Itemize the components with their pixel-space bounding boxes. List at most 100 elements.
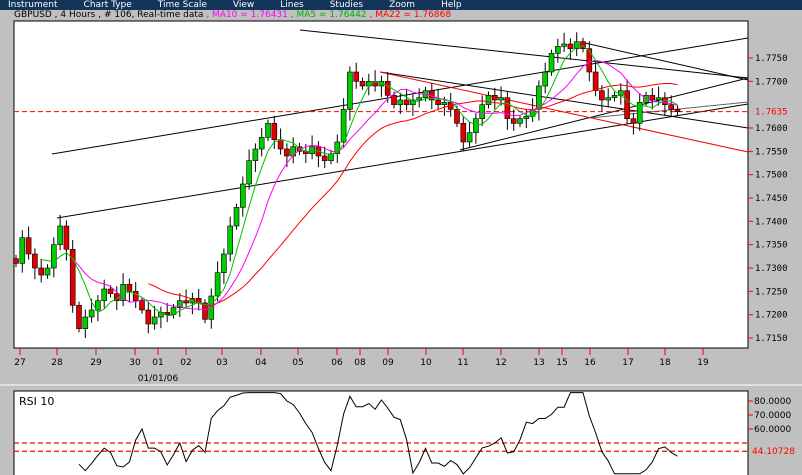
candle-body	[284, 148, 290, 157]
candle-body	[221, 253, 227, 273]
candle-body	[561, 43, 567, 47]
candle-body	[258, 137, 265, 150]
y-tick-label: 1.7150	[755, 334, 788, 344]
candle-body	[353, 71, 360, 82]
current-price-label: 1.7635	[755, 108, 788, 118]
candle-body	[504, 97, 511, 119]
candle-body	[630, 118, 637, 124]
candle-body	[347, 71, 353, 110]
candle-body	[485, 95, 492, 105]
candle-body	[466, 132, 473, 143]
candle-body	[63, 225, 70, 250]
candle-body	[139, 300, 145, 311]
x-tick-label: 06	[331, 358, 343, 368]
x-tick-label: 29	[90, 358, 102, 368]
candle-body	[573, 41, 580, 49]
candle-body	[359, 81, 366, 87]
candle-body	[321, 155, 328, 161]
x-tick-label: 10	[420, 358, 432, 368]
x-tick-label: 09	[382, 358, 394, 368]
candle-body	[548, 53, 555, 73]
rsi-tick-label: 70.0000	[754, 411, 791, 421]
candle-body	[214, 272, 221, 297]
x-tick-label: 18	[659, 358, 671, 368]
rsi-title: RSI 10	[19, 395, 54, 408]
candle-body	[384, 81, 391, 96]
x-tick-label: 15	[556, 358, 567, 368]
candle-body	[19, 237, 26, 264]
rsi-tick-label: 60.0000	[754, 425, 791, 435]
rsi-plot-area	[13, 390, 749, 475]
x-tick-label: 17	[622, 358, 633, 368]
candle-body	[454, 109, 460, 124]
x-tick-label: 04	[255, 358, 267, 368]
x-tick-label: 08	[354, 358, 366, 368]
candle-body	[227, 225, 233, 255]
candle-body	[391, 95, 397, 105]
candle-body	[611, 95, 618, 98]
candle-body	[523, 116, 530, 119]
x-tick-label: 01	[152, 358, 163, 368]
candle-body	[145, 309, 152, 325]
candle-body	[517, 118, 523, 124]
candle-body	[240, 183, 246, 208]
candle-body	[668, 104, 675, 110]
candle-body	[554, 46, 561, 54]
y-tick-label: 1.7700	[755, 77, 788, 87]
candle-body	[567, 43, 574, 49]
candle-body	[542, 71, 549, 87]
candle-body	[592, 71, 599, 91]
candle-body	[265, 123, 271, 138]
candle-body	[82, 316, 89, 329]
candle-body	[460, 123, 467, 143]
candle-body	[649, 95, 656, 101]
rsi-tick-label: 80.0000	[754, 397, 791, 407]
y-tick-label: 1.7350	[755, 241, 788, 251]
candle-body	[246, 160, 252, 185]
y-tick-label: 1.7200	[755, 311, 788, 321]
x-tick-label: 11	[457, 358, 468, 368]
candle-body	[290, 146, 297, 157]
x-tick-label: 30	[129, 358, 141, 368]
candle-body	[107, 288, 114, 294]
candle-body	[32, 253, 38, 269]
candle-body	[76, 305, 82, 329]
y-tick-label: 1.7450	[755, 194, 788, 204]
candle-body	[479, 104, 486, 119]
candle-body	[599, 90, 605, 101]
candle-body	[510, 118, 517, 124]
candle-body	[328, 153, 334, 161]
date-label: 01/01/06	[138, 374, 179, 384]
candle-body	[586, 48, 593, 73]
x-tick-label: 28	[51, 358, 63, 368]
x-tick-label: 19	[697, 358, 709, 368]
candle-body	[132, 291, 139, 301]
candle-body	[57, 225, 63, 245]
y-tick-label: 1.7300	[755, 264, 788, 274]
candle-body	[416, 97, 423, 101]
x-tick-label: 03	[216, 358, 227, 368]
y-tick-label: 1.7600	[755, 124, 788, 134]
candle-body	[88, 309, 95, 318]
y-tick-label: 1.7750	[755, 54, 788, 64]
candle-body	[25, 237, 32, 255]
candle-body	[69, 249, 76, 306]
candle-body	[498, 97, 504, 101]
candle-body	[183, 300, 189, 304]
candle-body	[435, 99, 441, 105]
candle-body	[126, 284, 133, 292]
candle-body	[233, 207, 240, 227]
candle-body	[397, 99, 404, 105]
x-tick-label: 16	[584, 358, 596, 368]
y-tick-label: 1.7250	[755, 287, 788, 297]
candle-body	[340, 109, 347, 143]
candle-body	[441, 102, 448, 105]
candle-body	[605, 97, 612, 101]
x-tick-label: 12	[495, 358, 506, 368]
candle-body	[50, 244, 57, 269]
chart-canvas[interactable]: 1.7750 1.7700 1.7600 1.7550 1.7500 1.7450 1.74…	[0, 0, 802, 475]
y-tick-label: 1.7400	[755, 217, 788, 227]
candle-body	[309, 146, 315, 154]
candle-body	[491, 95, 498, 101]
candle-body	[271, 123, 278, 140]
